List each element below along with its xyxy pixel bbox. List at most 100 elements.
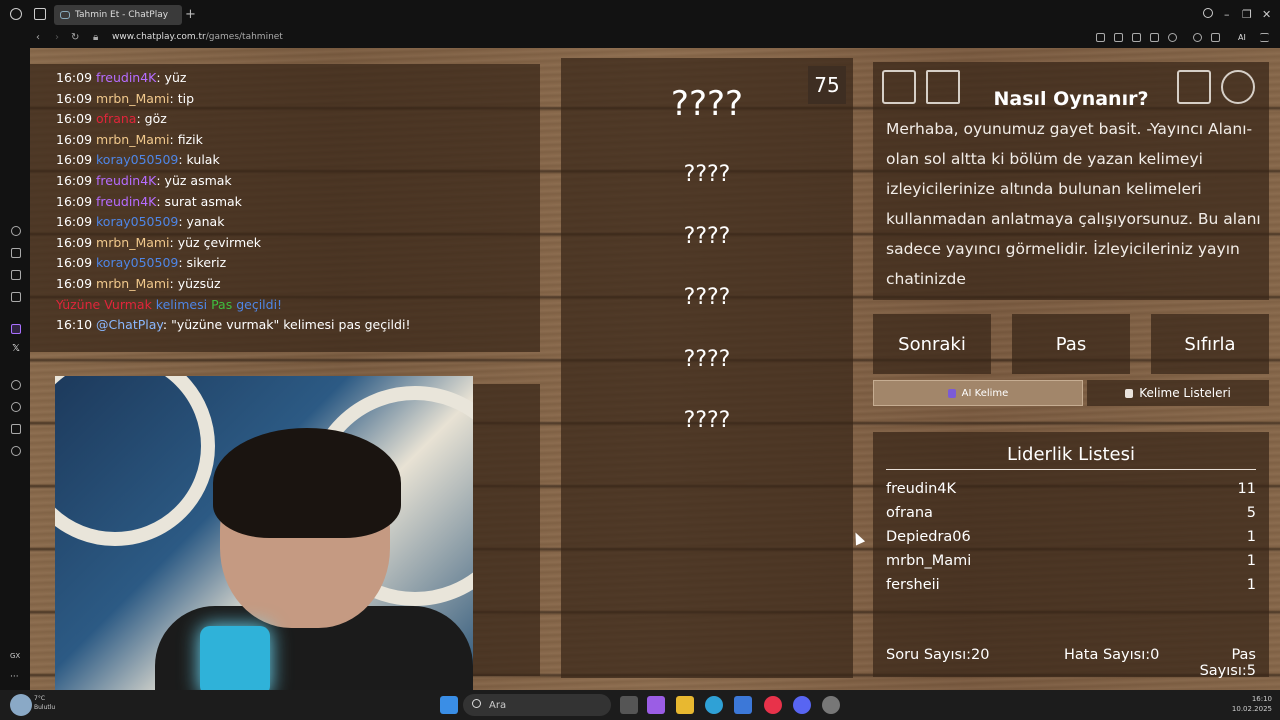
discord-icon[interactable] <box>793 696 811 714</box>
forward-icon[interactable]: › <box>55 32 59 43</box>
opera-gx-icon[interactable] <box>764 696 782 714</box>
chat-username[interactable]: mrbn_Mami <box>96 91 170 106</box>
windows-start-icon[interactable] <box>440 696 458 714</box>
wave-artwork <box>55 376 215 546</box>
tab-word-lists[interactable]: Kelime Listeleri <box>1087 380 1269 406</box>
leaderboard-title: Liderlik Listesi <box>1007 444 1135 465</box>
chat-time: 16:09 <box>56 70 93 85</box>
word-slots-panel: 75 ???? ???? ???? ???? ???? ???? <box>561 58 853 678</box>
how-to-play-panel: Nasıl Oynanır? Merhaba, oyunumuz gayet b… <box>873 62 1269 300</box>
aria-ai-button[interactable]: AI <box>1238 33 1246 42</box>
download-icon[interactable] <box>1211 33 1220 42</box>
chat-username[interactable]: freudin4K <box>96 173 156 188</box>
clock-date: 10.02.2025 <box>1231 705 1272 713</box>
error-count-value: 0 <box>1150 647 1160 663</box>
sidebar-cube-icon[interactable] <box>11 424 21 434</box>
leaderboard-row: mrbn_Mami 1 <box>886 553 1256 569</box>
sidebar-mail-icon[interactable] <box>11 292 21 302</box>
chat-time: 16:09 <box>56 90 93 106</box>
back-icon[interactable]: ‹ <box>36 32 40 43</box>
chat-username[interactable]: mrbn_Mami <box>96 132 170 147</box>
sidebar-player-icon[interactable] <box>11 380 21 390</box>
shield-icon[interactable] <box>1132 33 1141 42</box>
chat-text: : sikeriz <box>178 255 227 271</box>
chat-username[interactable]: koray050509 <box>96 152 178 167</box>
menu-icon[interactable] <box>1260 33 1269 42</box>
chat-time: 16:09 <box>56 214 93 230</box>
weather-icon[interactable] <box>10 694 32 716</box>
chat-system-message: Yüzüne Vurmak kelimesi Pas geçildi! <box>56 295 410 316</box>
chat-time: 16:09 <box>56 152 93 168</box>
sidebar-more-icon[interactable]: ··· <box>10 672 19 682</box>
next-button[interactable]: Sonraki <box>873 314 991 374</box>
url-field[interactable]: www.chatplay.com.tr/games/tahminet <box>112 32 283 42</box>
twitch-icon[interactable] <box>11 324 21 334</box>
maximize-icon[interactable]: ❐ <box>1242 8 1252 21</box>
sidebar-history-icon[interactable] <box>11 226 21 236</box>
address-bar: ‹ › ↻ 🔒︎ www.chatplay.com.tr/games/tahmi… <box>0 30 1280 48</box>
chat-text: : yüz asmak <box>156 172 232 188</box>
x-icon[interactable]: 𝕏 <box>11 343 21 356</box>
tab-ai-word[interactable]: AI Kelime <box>873 380 1083 406</box>
logout-icon[interactable] <box>1177 70 1211 104</box>
chat-text: : fizik <box>169 131 203 147</box>
chat-time: 16:09 <box>56 193 93 209</box>
tab-title: Tahmin Et - ChatPlay <box>75 10 169 20</box>
store-icon[interactable] <box>734 696 752 714</box>
error-count: Hata Sayısı:0 <box>1064 647 1174 679</box>
task-view-icon[interactable] <box>620 696 638 714</box>
chrome-icon[interactable] <box>822 696 840 714</box>
pass-count-value: 5 <box>1246 663 1256 679</box>
skipped-word: Yüzüne Vurmak <box>56 296 152 312</box>
pass-button[interactable]: Pas <box>1012 314 1130 374</box>
chat-username[interactable]: koray050509 <box>96 255 178 270</box>
chat-username[interactable]: mrbn_Mami <box>96 235 170 250</box>
play-icon[interactable] <box>1150 33 1159 42</box>
opera-logo-icon[interactable] <box>10 8 22 20</box>
chat-username[interactable]: freudin4K <box>96 70 156 85</box>
taskbar-search[interactable]: Ara <box>463 694 611 716</box>
chat-username[interactable]: koray050509 <box>96 214 178 229</box>
chat-time: 16:09 <box>56 172 93 188</box>
heart-icon[interactable] <box>1168 33 1177 42</box>
chat-time: 16:09 <box>56 275 93 291</box>
new-tab-icon[interactable]: + <box>185 7 196 22</box>
sidebar-bag-icon[interactable] <box>11 248 21 258</box>
copilot-icon[interactable] <box>647 696 665 714</box>
player-name: freudin4K <box>886 481 957 497</box>
search-icon[interactable] <box>1203 8 1213 18</box>
gear-icon[interactable] <box>1221 70 1255 104</box>
bookmark-icon[interactable] <box>1096 33 1105 42</box>
minimize-icon[interactable]: – <box>1224 8 1230 21</box>
leaderboard-row: ofrana 5 <box>886 505 1256 521</box>
chat-message: 16:09 koray050509: sikeriz <box>56 253 410 274</box>
tab-chatplay[interactable]: Tahmin Et - ChatPlay <box>54 5 182 25</box>
chat-username[interactable]: freudin4K <box>96 194 156 209</box>
profile-icon[interactable] <box>1193 33 1202 42</box>
sidebar-clock-icon[interactable] <box>11 402 21 412</box>
player-score: 1 <box>1246 529 1256 545</box>
leaderboard-row: fersheii 1 <box>886 577 1256 593</box>
weather-widget[interactable]: 7°C Bulutlu <box>34 694 55 712</box>
clock-time: 16:10 <box>1251 695 1272 703</box>
edge-icon[interactable] <box>705 696 723 714</box>
chat-message: 16:09 mrbn_Mami: yüzsüz <box>56 274 410 295</box>
tahminet-game-page: 16:09 freudin4K: yüz 16:09 mrbn_Mami: tip… <box>30 48 1280 690</box>
close-icon[interactable]: ✕ <box>1262 8 1271 21</box>
chat-message: 16:10 @ChatPlay: "yüzüne vurmak" kelimes… <box>56 315 410 336</box>
system-text: kelimesi <box>151 296 212 312</box>
reset-button[interactable]: Sıfırla <box>1151 314 1269 374</box>
file-explorer-icon[interactable] <box>676 696 694 714</box>
chat-username[interactable]: mrbn_Mami <box>96 276 170 291</box>
tab-ai-word-label: AI Kelime <box>961 387 1009 399</box>
sidebar-settings-icon[interactable] <box>11 446 21 456</box>
player-score: 1 <box>1246 577 1256 593</box>
sidebar-note-icon[interactable] <box>11 270 21 280</box>
workspaces-icon[interactable] <box>34 8 46 20</box>
snapshot-icon[interactable] <box>1114 33 1123 42</box>
chat-username[interactable]: ofrana <box>96 111 136 126</box>
reload-icon[interactable]: ↻ <box>71 32 79 43</box>
chat-message: 16:09 mrbn_Mami: fizik <box>56 130 410 151</box>
microphone-light <box>200 626 270 690</box>
taskbar-clock[interactable]: 16:10 10.02.2025 <box>1228 694 1272 714</box>
